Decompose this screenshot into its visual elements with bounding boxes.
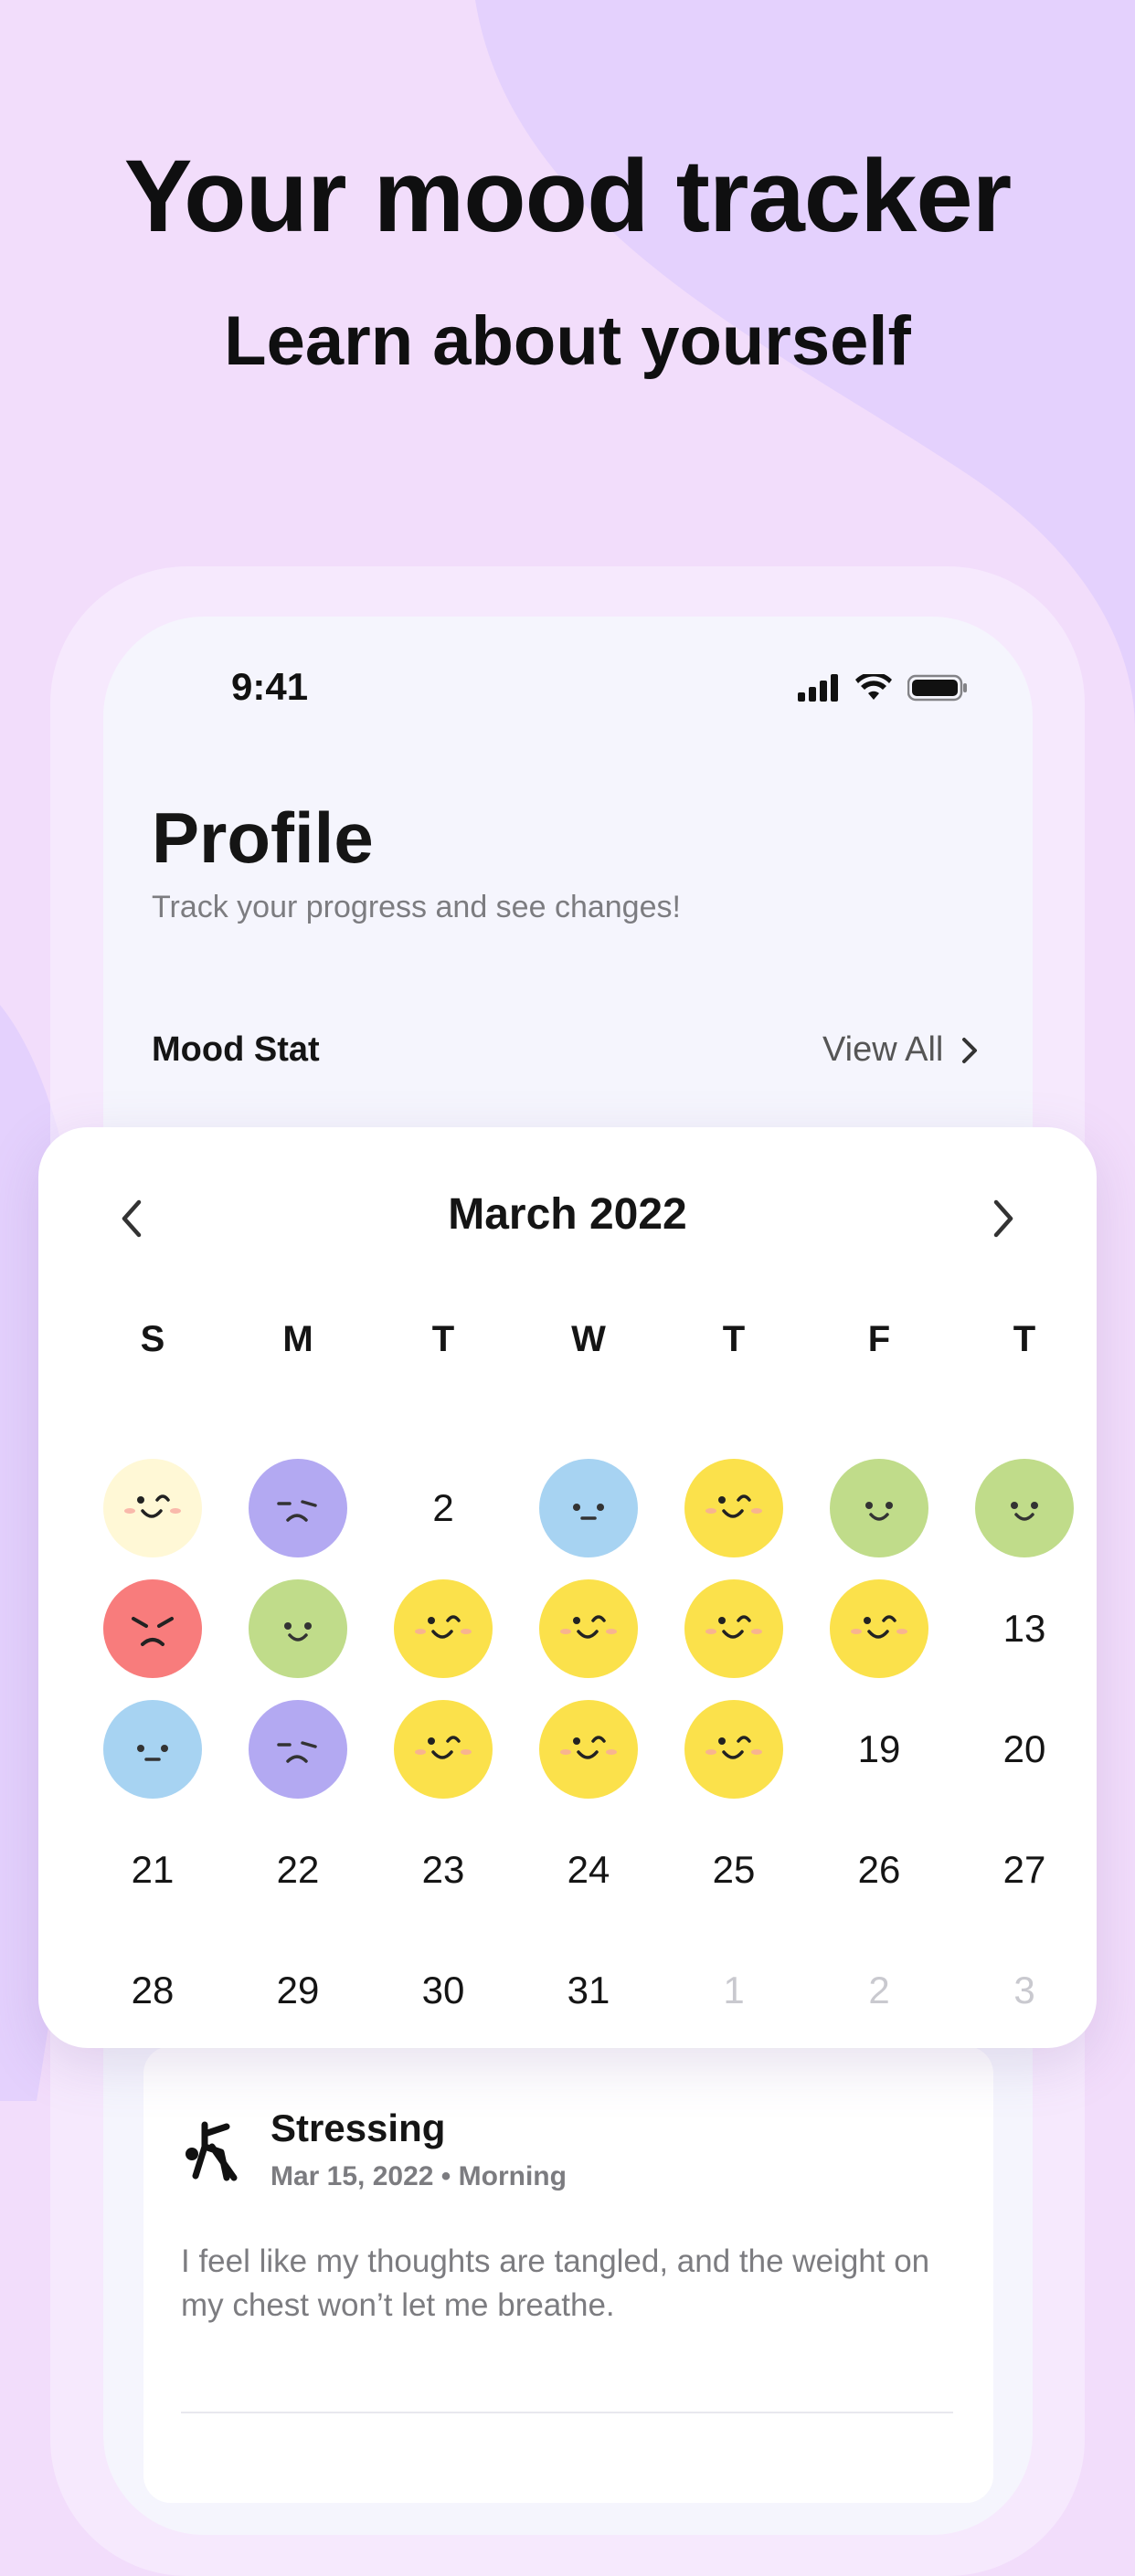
happy-mood-icon[interactable] (824, 1574, 934, 1684)
happy-mood-icon[interactable] (679, 1453, 789, 1563)
wifi-icon (855, 674, 892, 700)
calendar-day[interactable]: 22 (243, 1815, 353, 1925)
happy-mood-icon[interactable] (388, 1694, 498, 1804)
content-mood-icon[interactable] (824, 1453, 934, 1563)
calendar-day[interactable]: 19 (824, 1694, 934, 1804)
day-number: 19 (857, 1727, 901, 1770)
angry-mood-icon[interactable] (98, 1574, 207, 1684)
day-number: 28 (131, 1969, 175, 2011)
calendar-day[interactable]: 20 (970, 1694, 1079, 1804)
day-number: 25 (712, 1848, 756, 1891)
day-number: 13 (1002, 1607, 1046, 1650)
content-mood-icon[interactable] (243, 1574, 353, 1684)
happy-mood-icon[interactable] (679, 1574, 789, 1684)
calendar-day[interactable]: 26 (824, 1815, 934, 1925)
entry-meta: Mar 15, 2022 • Morning (270, 2161, 567, 2191)
day-number: 23 (421, 1848, 465, 1891)
day-number: 21 (131, 1848, 175, 1891)
sad-mood-icon[interactable] (243, 1453, 353, 1563)
calm-mood-icon[interactable] (534, 1453, 643, 1563)
sad-mood-icon[interactable] (243, 1694, 353, 1804)
headline: Your mood tracker (123, 139, 1013, 253)
battery-icon (907, 674, 967, 702)
entry-text: I feel like my thoughts are tangled, and… (181, 2243, 930, 2323)
next-month-button[interactable] (980, 1197, 1024, 1240)
calendar-day[interactable]: 27 (970, 1815, 1079, 1925)
weekday-label: M (282, 1319, 313, 1359)
page-subtitle: Track your progress and see changes! (152, 890, 681, 924)
calendar-day[interactable]: 23 (388, 1815, 498, 1925)
day-number: 22 (276, 1848, 320, 1891)
day-number: 2 (868, 1969, 890, 2011)
happy-mood-icon[interactable] (679, 1694, 789, 1804)
section-title: Mood Stat (152, 1030, 320, 1069)
entry-title: Stressing (270, 2106, 446, 2149)
calendar-day[interactable]: 13 (970, 1574, 1079, 1684)
status-icons (798, 674, 968, 702)
weekday-label: T (431, 1319, 455, 1359)
calendar-day[interactable]: 2 (388, 1453, 498, 1563)
calm-mood-icon[interactable] (98, 1694, 207, 1804)
calendar-day[interactable]: 24 (534, 1815, 643, 1925)
calendar-day[interactable]: 28 (98, 1936, 207, 2045)
happy-mood-icon[interactable] (534, 1574, 643, 1684)
weekday-label: W (571, 1319, 606, 1359)
mood-calendar: March 2022 SMTWTFT 2 13 19 20 21 22 23 24 25 26 27… (38, 1127, 1097, 2048)
page-title: Profile (152, 797, 374, 878)
day-number: 2 (432, 1486, 454, 1529)
weekday-label: T (722, 1319, 746, 1359)
day-number: 30 (421, 1969, 465, 2011)
calendar-day[interactable]: 3 (970, 1936, 1079, 2045)
happy-mood-icon[interactable] (534, 1694, 643, 1804)
calendar-day[interactable]: 21 (98, 1815, 207, 1925)
day-number: 3 (1013, 1969, 1035, 2011)
day-number: 27 (1002, 1848, 1046, 1891)
day-number: 29 (276, 1969, 320, 2011)
happy-mood-icon[interactable] (388, 1574, 498, 1684)
status-time: 9:41 (231, 665, 309, 708)
day-number: 31 (567, 1969, 610, 2011)
view-all-link[interactable]: View All (822, 1030, 978, 1070)
day-number: 20 (1002, 1727, 1046, 1770)
happy-mood-icon[interactable] (98, 1453, 207, 1563)
view-all-label: View All (822, 1030, 944, 1069)
content-mood-icon[interactable] (970, 1453, 1079, 1563)
calendar-day[interactable]: 29 (243, 1936, 353, 2045)
day-number: 24 (567, 1848, 610, 1891)
weekday-label: S (140, 1319, 165, 1359)
day-number: 26 (857, 1848, 901, 1891)
weekday-label: F (867, 1319, 891, 1359)
chevron-right-icon (962, 1037, 978, 1063)
calendar-day[interactable]: 2 (824, 1936, 934, 2045)
stressing-figure-icon (186, 2121, 238, 2181)
weekday-label: T (1013, 1319, 1036, 1359)
day-number: 1 (723, 1969, 745, 2011)
subheadline: Learn about yourself (224, 302, 911, 380)
calendar-day[interactable]: 25 (679, 1815, 789, 1925)
calendar-day[interactable]: 30 (388, 1936, 498, 2045)
calendar-month-label: March 2022 (448, 1190, 687, 1239)
calendar-day[interactable]: 31 (534, 1936, 643, 2045)
calendar-day[interactable]: 1 (679, 1936, 789, 2045)
signal-icon (798, 674, 838, 702)
divider (181, 2412, 953, 2413)
